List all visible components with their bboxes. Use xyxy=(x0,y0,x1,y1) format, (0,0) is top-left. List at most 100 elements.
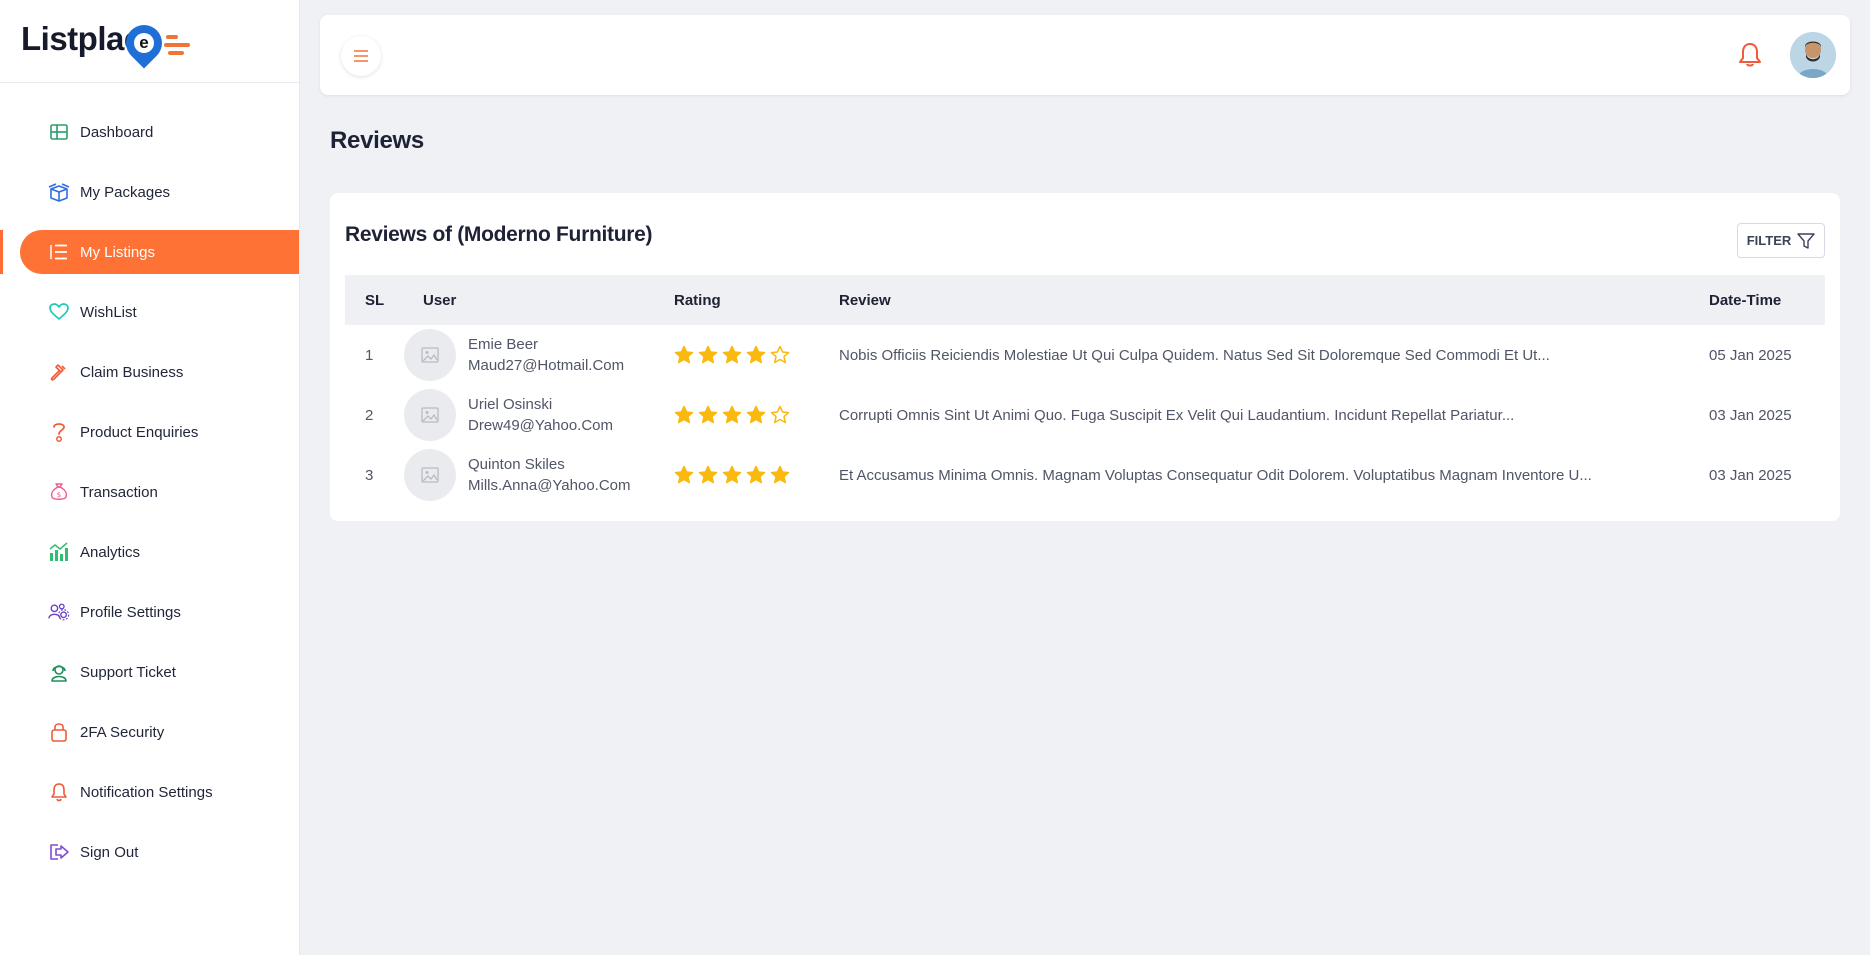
row-user: Quinton Skiles Mills.Anna@Yahoo.Com xyxy=(404,449,674,501)
user-email: Drew49@Yahoo.Com xyxy=(468,417,614,434)
notifications-button[interactable] xyxy=(1730,35,1770,75)
logo-dash xyxy=(164,43,190,47)
sidebar-item-profile-settings[interactable]: Profile Settings xyxy=(0,582,299,642)
image-placeholder-icon xyxy=(421,347,439,363)
user-name: Quinton Skiles xyxy=(468,456,565,473)
sidebar-item-analytics[interactable]: Analytics xyxy=(0,522,299,582)
table-row: 3 Quinton Skiles Mills.Anna@Yahoo.Com Et Ac… xyxy=(345,445,1825,505)
row-sl: 3 xyxy=(365,466,374,484)
hammer-icon xyxy=(48,361,70,383)
star-filled-icon xyxy=(698,465,718,484)
star-empty-icon xyxy=(770,345,790,364)
sidebar-item-claim-business[interactable]: Claim Business xyxy=(0,342,299,402)
listings-icon xyxy=(48,241,70,263)
user-avatar-placeholder xyxy=(404,389,456,441)
logo-dash xyxy=(166,35,178,39)
user-avatar[interactable] xyxy=(1790,32,1836,78)
brand-logo[interactable]: Listplac e xyxy=(0,0,299,83)
sidebar-item-label: Sign Out xyxy=(80,843,139,861)
user-avatar-placeholder xyxy=(404,449,456,501)
sidebar-item-label: Dashboard xyxy=(80,123,154,141)
user-avatar-placeholder xyxy=(404,329,456,381)
star-filled-icon xyxy=(770,465,790,484)
image-placeholder-icon xyxy=(421,407,439,423)
table-header: SL User Rating Review Date-Time xyxy=(345,275,1825,325)
profile-settings-icon xyxy=(48,601,70,623)
heart-icon xyxy=(48,301,70,323)
user-info: Quinton Skiles Mills.Anna@Yahoo.Com xyxy=(468,454,631,496)
card-title: Reviews of (Moderno Furniture) xyxy=(345,223,653,246)
sidebar-item-label: Notification Settings xyxy=(80,783,213,801)
user-email: Maud27@Hotmail.Com xyxy=(468,357,625,374)
page-title: Reviews xyxy=(330,127,424,154)
sidebar-item-label: Claim Business xyxy=(80,363,184,381)
star-filled-icon xyxy=(722,405,742,424)
user-name: Uriel Osinski xyxy=(468,396,553,413)
filter-button[interactable]: FILTER xyxy=(1737,223,1825,258)
sidebar-item-transaction[interactable]: $ Transaction xyxy=(0,462,299,522)
row-review: Et Accusamus Minima Omnis. Magnam Volupt… xyxy=(839,466,1592,484)
logo-dash xyxy=(168,51,184,55)
logo-text: Listplac xyxy=(21,20,142,57)
row-date: 05 Jan 2025 xyxy=(1709,346,1792,364)
table-row: 1 Emie Beer Maud27@Hotmail.Com Nobis Offici… xyxy=(345,325,1825,385)
row-rating xyxy=(674,345,839,365)
sidebar-item-product-enquiries[interactable]: Product Enquiries xyxy=(0,402,299,462)
reviews-card: Reviews of (Moderno Furniture) FILTER SL… xyxy=(330,193,1840,521)
table-row: 2 Uriel Osinski Drew49@Yahoo.Com Corrupti O… xyxy=(345,385,1825,445)
filter-icon xyxy=(1797,232,1815,249)
row-review: Nobis Officiis Reiciendis Molestiae Ut Q… xyxy=(839,346,1550,364)
svg-text:$: $ xyxy=(57,491,61,499)
col-rating: Rating xyxy=(674,291,721,309)
row-rating xyxy=(674,405,839,425)
user-info: Uriel Osinski Drew49@Yahoo.Com xyxy=(468,394,613,436)
star-filled-icon xyxy=(698,345,718,364)
sidebar-item-label: My Listings xyxy=(80,243,156,261)
package-icon xyxy=(48,181,70,203)
support-icon xyxy=(48,661,70,683)
sidebar-item-label: WishList xyxy=(80,303,137,321)
star-empty-icon xyxy=(770,405,790,424)
row-sl: 2 xyxy=(365,406,374,424)
user-info: Emie Beer Maud27@Hotmail.Com xyxy=(468,334,624,376)
user-name: Emie Beer xyxy=(468,336,539,353)
sidebar-item-support-ticket[interactable]: Support Ticket xyxy=(0,642,299,702)
sidebar-item-my-packages[interactable]: My Packages xyxy=(0,162,299,222)
sidebar-item-label: Profile Settings xyxy=(80,603,181,621)
star-filled-icon xyxy=(722,465,742,484)
sidebar-item-2fa-security[interactable]: 2FA Security xyxy=(0,702,299,762)
sidebar-item-dashboard[interactable]: Dashboard xyxy=(0,102,299,162)
lock-icon xyxy=(48,721,70,743)
sidebar: Listplac e Dashboard My Packages My Listin… xyxy=(0,0,300,955)
star-filled-icon xyxy=(674,465,694,484)
reviews-table: SL User Rating Review Date-Time 1 Emie Be… xyxy=(345,275,1825,505)
table-body: 1 Emie Beer Maud27@Hotmail.Com Nobis Offici… xyxy=(345,325,1825,505)
sidebar-item-label: Product Enquiries xyxy=(80,423,199,441)
col-review: Review xyxy=(839,291,891,309)
sidebar-item-my-listings[interactable]: My Listings xyxy=(0,222,299,282)
row-date: 03 Jan 2025 xyxy=(1709,406,1792,424)
sidebar-item-notification-settings[interactable]: Notification Settings xyxy=(0,762,299,822)
top-bar xyxy=(320,15,1850,95)
sidebar-item-label: Support Ticket xyxy=(80,663,176,681)
col-user: User xyxy=(423,291,457,309)
star-filled-icon xyxy=(746,345,766,364)
row-date: 03 Jan 2025 xyxy=(1709,466,1792,484)
row-user: Uriel Osinski Drew49@Yahoo.Com xyxy=(404,389,674,441)
col-date: Date-Time xyxy=(1709,291,1782,309)
sidebar-item-sign-out[interactable]: Sign Out xyxy=(0,822,299,882)
question-icon xyxy=(48,421,70,443)
row-user: Emie Beer Maud27@Hotmail.Com xyxy=(404,329,674,381)
star-filled-icon xyxy=(674,405,694,424)
menu-toggle-button[interactable] xyxy=(341,36,381,76)
sidebar-item-label: Analytics xyxy=(80,543,141,561)
row-sl: 1 xyxy=(365,346,374,364)
hamburger-icon xyxy=(354,50,368,62)
sidebar-nav: Dashboard My Packages My Listings WishList C… xyxy=(0,83,299,882)
user-email: Mills.Anna@Yahoo.Com xyxy=(468,477,631,494)
star-filled-icon xyxy=(746,405,766,424)
sidebar-item-wishlist[interactable]: WishList xyxy=(0,282,299,342)
star-filled-icon xyxy=(722,345,742,364)
star-filled-icon xyxy=(674,345,694,364)
sidebar-item-label: My Packages xyxy=(80,183,171,201)
